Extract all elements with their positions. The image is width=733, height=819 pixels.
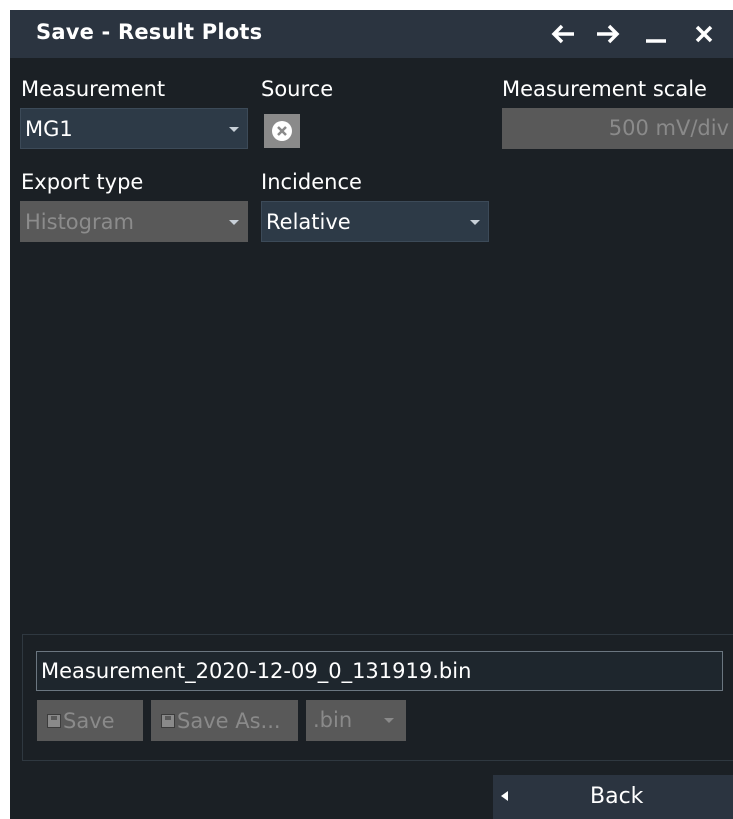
- incidence-label: Incidence: [261, 170, 362, 194]
- save-button-label: Save: [63, 708, 115, 733]
- source-clear-button[interactable]: [264, 114, 300, 148]
- save-result-plots-dialog: Save - Result Plots Measurement Source M…: [10, 10, 733, 819]
- measurement-value: MG1: [25, 117, 73, 141]
- back-arrow-icon: [501, 791, 508, 801]
- incidence-dropdown[interactable]: Relative: [261, 201, 489, 242]
- measurement-dropdown[interactable]: MG1: [20, 108, 248, 149]
- arrow-left-icon[interactable]: [545, 10, 581, 58]
- floppy-icon: [161, 713, 175, 728]
- arrow-right-icon[interactable]: [590, 10, 626, 58]
- file-extension-value: .bin: [313, 708, 353, 732]
- export-type-value: Histogram: [25, 210, 134, 234]
- export-type-dropdown: Histogram: [20, 201, 248, 242]
- export-type-label: Export type: [21, 170, 144, 194]
- floppy-icon: [47, 713, 61, 728]
- measurement-scale-value: 500 mV/div: [608, 116, 729, 140]
- source-label: Source: [261, 77, 334, 101]
- clear-icon: [272, 121, 292, 141]
- save-as-button: Save As...: [151, 700, 298, 741]
- chevron-down-icon: [229, 220, 239, 225]
- measurement-label: Measurement: [21, 77, 166, 101]
- measurement-scale-field: 500 mV/div: [502, 108, 733, 149]
- save-as-button-label: Save As...: [177, 708, 281, 733]
- filename-value: Measurement_2020-12-09_0_131919.bin: [41, 659, 472, 683]
- file-extension-dropdown: .bin: [306, 700, 406, 741]
- save-button: Save: [37, 700, 143, 741]
- chevron-down-icon: [470, 220, 480, 225]
- filename-input[interactable]: Measurement_2020-12-09_0_131919.bin: [36, 651, 723, 691]
- minimize-icon[interactable]: [638, 10, 674, 58]
- chevron-down-icon: [229, 127, 239, 132]
- chevron-down-icon: [384, 718, 394, 723]
- title-bar: Save - Result Plots: [10, 10, 733, 58]
- measurement-scale-label: Measurement scale: [502, 77, 707, 101]
- close-icon[interactable]: [686, 10, 722, 58]
- back-button-label: Back: [590, 784, 644, 809]
- dialog-title: Save - Result Plots: [36, 20, 263, 44]
- back-button[interactable]: Back: [493, 775, 733, 819]
- incidence-value: Relative: [266, 210, 351, 234]
